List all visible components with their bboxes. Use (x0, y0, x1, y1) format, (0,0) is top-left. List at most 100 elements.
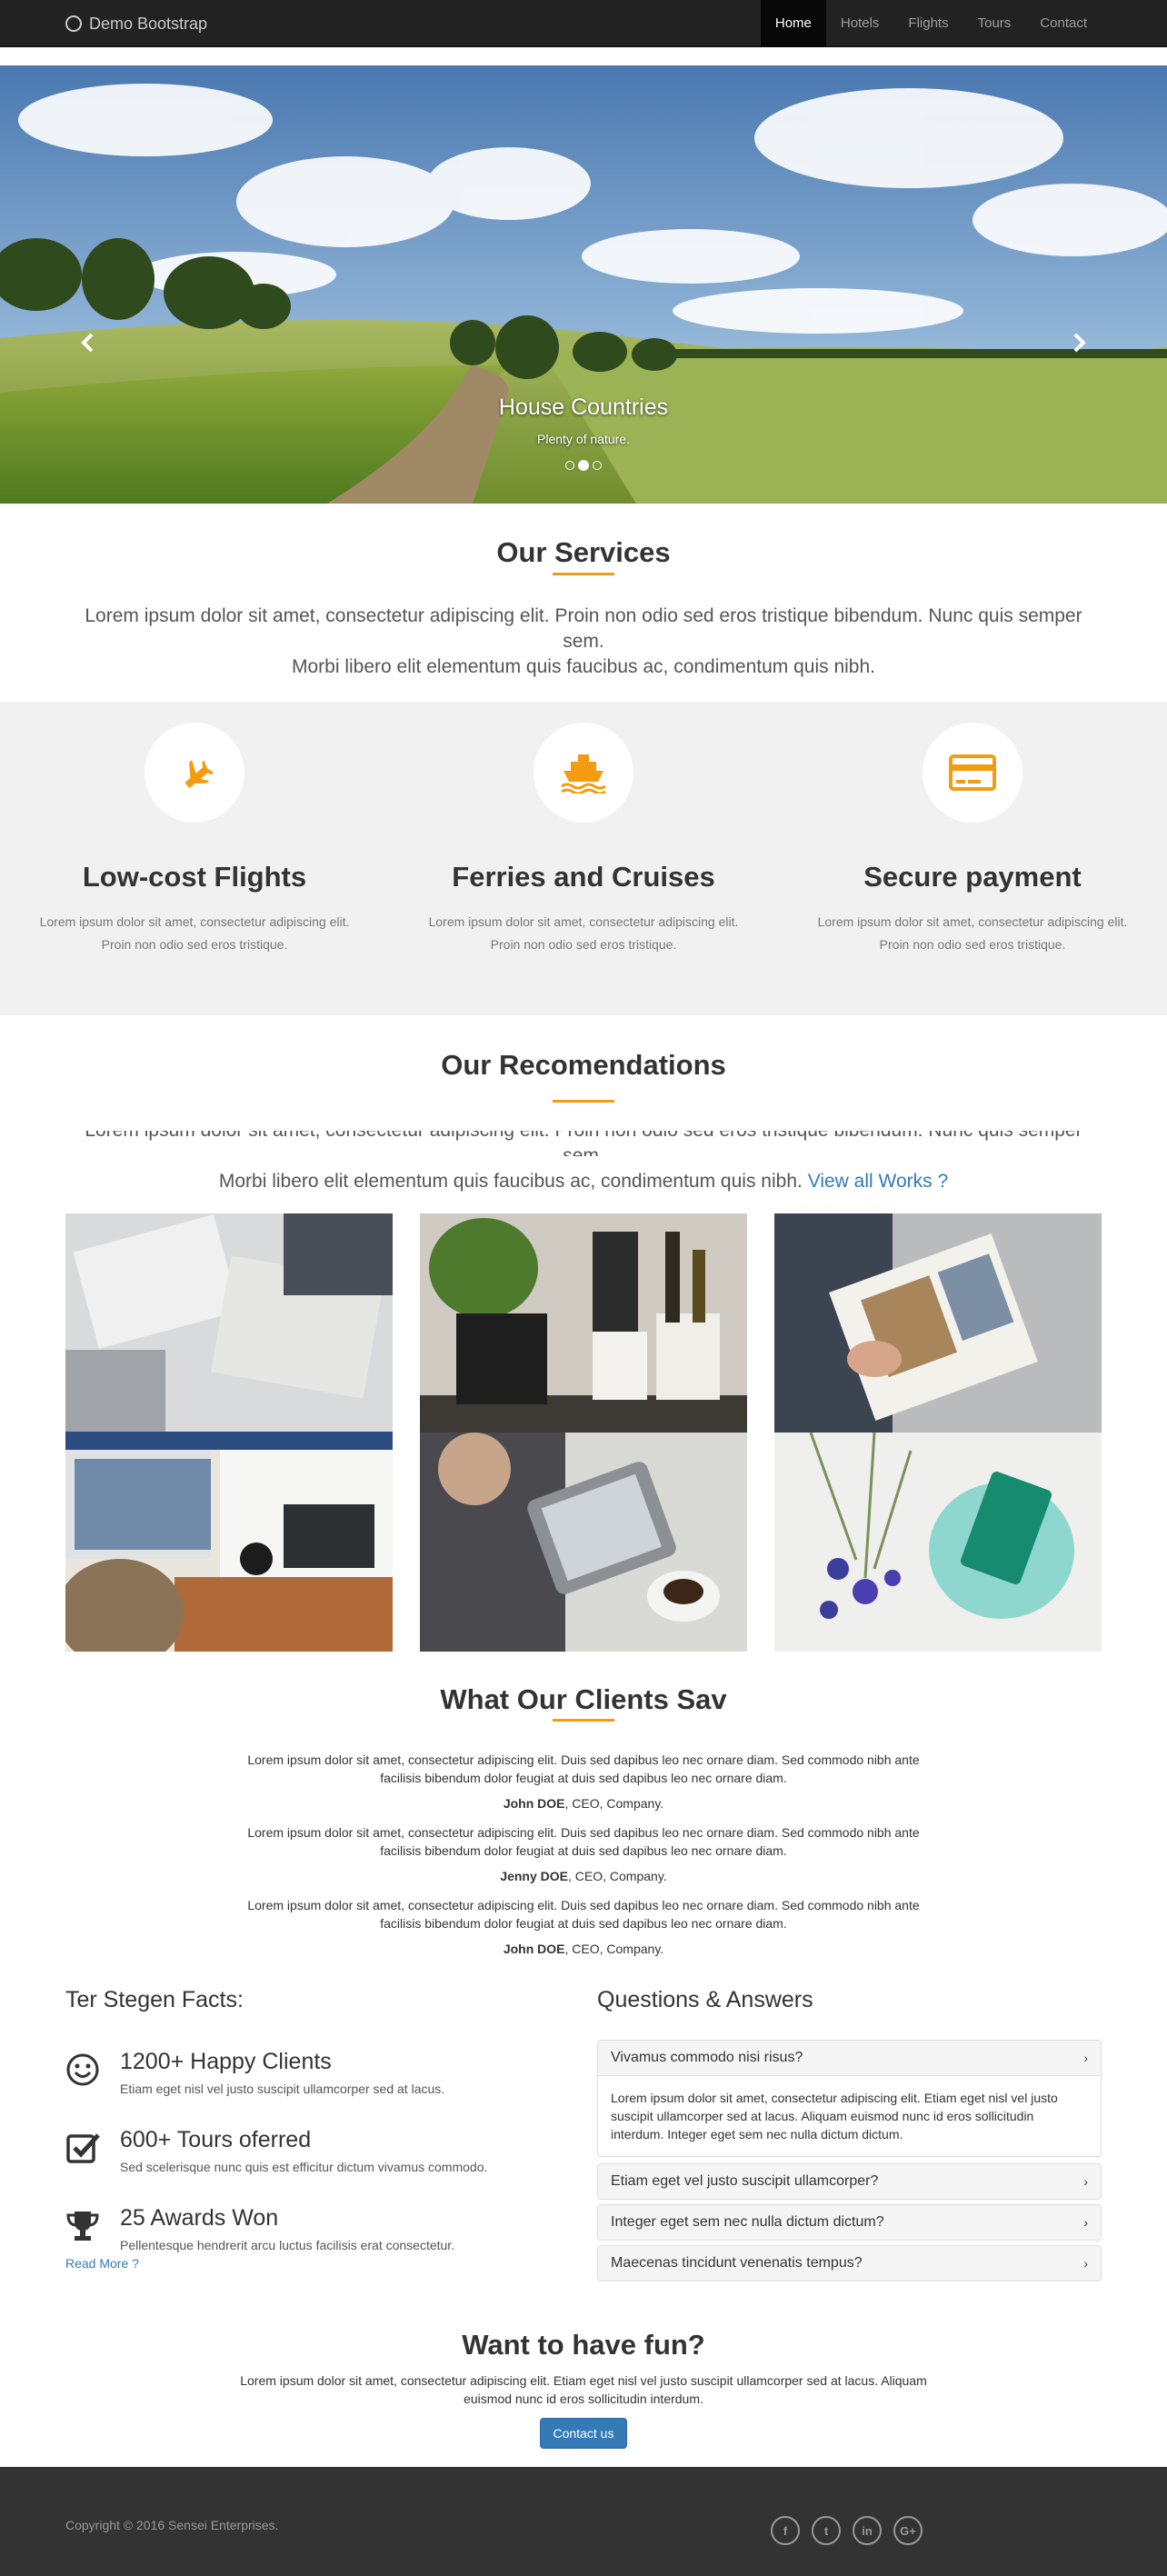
ship-icon (534, 723, 633, 823)
carousel-caption: House Countries Plenty of nature. (0, 394, 1167, 446)
trophy-icon (66, 2212, 99, 2241)
plane-icon (145, 723, 244, 823)
gallery-image[interactable] (65, 1213, 393, 1652)
carousel-caption-text: Plenty of nature. (537, 432, 630, 446)
view-all-works-link[interactable]: View all Works ? (808, 1171, 948, 1192)
services-lead-line2: Morbi libero elit elementum quis faucibu… (292, 656, 875, 677)
gallery-image[interactable] (774, 1433, 1102, 1652)
fact-title: 1200+ Happy Clients (120, 2049, 332, 2074)
testimonial-role: , CEO, Company. (564, 1796, 664, 1811)
carousel-indicators (0, 460, 1167, 471)
fun-text: Lorem ipsum dolor sit amet, consectetur … (240, 2373, 927, 2406)
chevron-left-icon (81, 333, 94, 353)
testimonial-role: , CEO, Company. (568, 1869, 667, 1883)
fact-desc: Pellentesque hendrerit arcu luctus facil… (120, 2238, 455, 2252)
testimonial-name: John DOE (503, 1796, 565, 1811)
gallery-image[interactable] (420, 1433, 747, 1652)
service-desc: Lorem ipsum dolor sit amet, consectetur … (428, 914, 739, 952)
nav-menu: Home Hotels Flights Tours Contact (760, 0, 1102, 47)
services-title: Our Services (496, 536, 671, 568)
read-more-link[interactable]: Read More ? (65, 2256, 139, 2271)
nav-item-tours[interactable]: Tours (963, 0, 1026, 47)
services-lead: Lorem ipsum dolor sit amet, consectetur … (65, 604, 1102, 680)
testimonial-quote: Lorem ipsum dolor sit amet, consectetur … (247, 1825, 920, 1858)
recommendations-title: Our Recomendations (441, 1049, 726, 1081)
gear-icon (65, 15, 82, 32)
testimonial-quote: Lorem ipsum dolor sit amet, consectetur … (247, 1898, 920, 1931)
title-underline (553, 573, 614, 575)
qa-panel: Maecenas tincidunt venenatis tempus? › (597, 2245, 1102, 2281)
service-desc: Lorem ipsum dolor sit amet, consectetur … (39, 914, 350, 952)
carousel-indicator[interactable] (565, 461, 574, 470)
qa-question-toggle[interactable]: Etiam eget vel justo suscipit ullamcorpe… (598, 2164, 1101, 2199)
recommendations-lead-line1: Lorem ipsum dolor sit amet, consectetur … (65, 1131, 1102, 1156)
contact-us-button[interactable]: Contact us (540, 2418, 627, 2449)
fun-title: Want to have fun? (462, 2329, 705, 2361)
carousel-prev-button[interactable] (75, 329, 102, 356)
chevron-right-icon: › (1083, 2051, 1088, 2065)
qa-question-toggle[interactable]: Vivamus commodo nisi risus? › (598, 2041, 1101, 2075)
facebook-icon[interactable]: f (771, 2516, 800, 2545)
qa-answer: Lorem ipsum dolor sit amet, consectetur … (598, 2075, 1101, 2156)
nav-item-contact[interactable]: Contact (1025, 0, 1102, 47)
footer: Copyright © 2016 Sensei Enterprises. f t… (0, 2467, 1167, 2576)
navbar: Demo Bootstrap Home Hotels Flights Tours… (0, 0, 1167, 47)
smiley-icon (66, 2053, 99, 2086)
qa-question: Etiam eget vel justo suscipit ullamcorpe… (611, 2173, 879, 2189)
credit-card-icon (923, 723, 1022, 823)
gallery (65, 1213, 1102, 1652)
fact-desc: Etiam eget nisl vel justo suscipit ullam… (120, 2082, 445, 2096)
gallery-image[interactable] (774, 1213, 1102, 1433)
fact-title: 600+ Tours oferred (120, 2127, 312, 2152)
carousel-caption-title: House Countries (498, 394, 669, 420)
chevron-right-icon: › (1083, 2174, 1088, 2189)
fact-title: 25 Awards Won (120, 2205, 279, 2231)
copyright: Copyright © 2016 Sensei Enterprises. (65, 2518, 279, 2532)
qa-panel: Vivamus commodo nisi risus? › Lorem ipsu… (597, 2040, 1102, 2157)
checkbox-icon (66, 2133, 100, 2163)
recommendations-lead-text: Lorem ipsum dolor sit amet, consectetur … (85, 1131, 1082, 1156)
title-underline (553, 1100, 614, 1103)
chevron-right-icon (1073, 333, 1086, 353)
chevron-right-icon: › (1083, 2215, 1088, 2230)
service-title: Ferries and Cruises (452, 861, 715, 893)
testimonial-author: Jenny DOE, CEO, Company. (0, 1869, 1167, 1883)
nav-item-flights[interactable]: Flights (893, 0, 963, 47)
qa-question-toggle[interactable]: Integer eget sem nec nulla dictum dictum… (598, 2205, 1101, 2240)
twitter-icon[interactable]: t (812, 2516, 841, 2545)
facts-title: Ter Stegen Facts: (65, 1987, 244, 2012)
nav-item-home[interactable]: Home (760, 0, 826, 47)
service-title: Low-cost Flights (82, 861, 307, 893)
qa-question-toggle[interactable]: Maecenas tincidunt venenatis tempus? › (598, 2246, 1101, 2281)
testimonial-role: , CEO, Company. (564, 1942, 664, 1956)
gallery-image[interactable] (420, 1213, 747, 1433)
brand-label: Demo Bootstrap (89, 14, 208, 33)
qa-question: Integer eget sem nec nulla dictum dictum… (611, 2214, 884, 2230)
testimonials-title: What Our Clients Sav (440, 1683, 727, 1715)
testimonial-name: John DOE (503, 1942, 565, 1956)
chevron-right-icon: › (1083, 2256, 1088, 2271)
testimonial-author: John DOE, CEO, Company. (0, 1942, 1167, 1956)
nav-item-hotels[interactable]: Hotels (826, 0, 894, 47)
service-title: Secure payment (863, 861, 1082, 893)
service-desc: Lorem ipsum dolor sit amet, consectetur … (817, 914, 1128, 952)
title-underline (553, 1719, 614, 1722)
testimonial-author: John DOE, CEO, Company. (0, 1796, 1167, 1811)
qa-panel: Integer eget sem nec nulla dictum dictum… (597, 2204, 1102, 2241)
brand[interactable]: Demo Bootstrap (65, 0, 207, 47)
fact-desc: Sed scelerisque nunc quis est efficitur … (120, 2160, 488, 2174)
carousel-next-button[interactable] (1065, 329, 1092, 356)
carousel-indicator[interactable] (578, 460, 589, 471)
hero-carousel: House Countries Plenty of nature. (0, 65, 1167, 504)
testimonial-name: Jenny DOE (500, 1869, 569, 1883)
qa-title: Questions & Answers (597, 1987, 813, 2012)
carousel-indicator[interactable] (593, 461, 602, 470)
qa-panel: Etiam eget vel justo suscipit ullamcorpe… (597, 2163, 1102, 2200)
recommendations-lead-text2: Morbi libero elit elementum quis faucibu… (218, 1171, 803, 1192)
recommendations-lead-line2: Morbi libero elit elementum quis faucibu… (65, 1169, 1102, 1194)
google-plus-icon[interactable]: G+ (893, 2516, 923, 2545)
qa-question: Vivamus commodo nisi risus? (611, 2050, 803, 2065)
linkedin-icon[interactable]: in (853, 2516, 882, 2545)
social-links: f t in G+ (771, 2516, 923, 2545)
testimonial-quote: Lorem ipsum dolor sit amet, consectetur … (247, 1752, 920, 1785)
